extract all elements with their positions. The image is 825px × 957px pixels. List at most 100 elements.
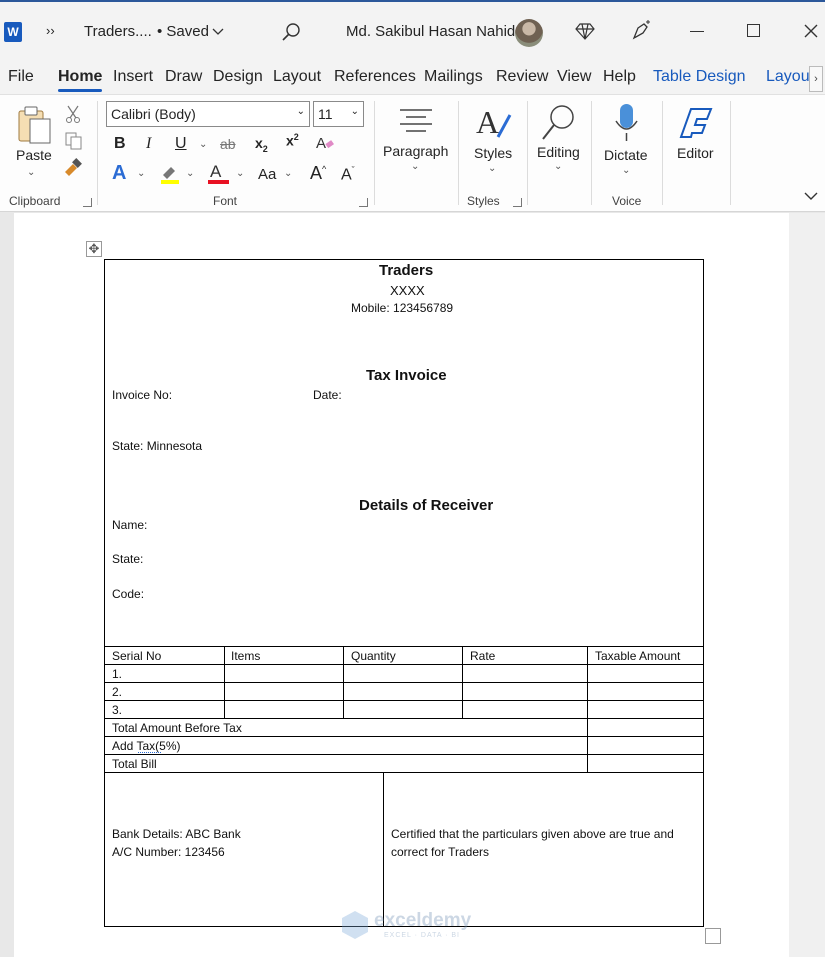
date-label[interactable]: Date: bbox=[313, 388, 342, 402]
company-name[interactable]: Traders bbox=[379, 262, 433, 279]
strikethrough-icon[interactable]: ab bbox=[220, 136, 236, 152]
search-icon[interactable] bbox=[281, 22, 301, 42]
styles-icon[interactable]: A bbox=[474, 103, 514, 143]
column-header-items[interactable]: Items bbox=[231, 649, 260, 663]
tab-home[interactable]: Home bbox=[58, 68, 103, 92]
underline-icon[interactable]: U bbox=[175, 135, 187, 153]
tax-invoice-heading[interactable]: Tax Invoice bbox=[366, 367, 447, 384]
editor-button[interactable]: Editor bbox=[677, 145, 714, 161]
font-color-icon[interactable]: A bbox=[207, 161, 231, 185]
paste-label[interactable]: Paste bbox=[16, 147, 52, 163]
receiver-state-label[interactable]: State: bbox=[112, 552, 143, 566]
text-effects-icon[interactable]: A bbox=[112, 162, 126, 185]
diamond-icon[interactable] bbox=[575, 22, 595, 40]
certification-line-2[interactable]: correct for Traders bbox=[391, 845, 489, 859]
add-tax-label[interactable]: Add Tax(5%) bbox=[112, 739, 180, 753]
state-line[interactable]: State: Minnesota bbox=[112, 439, 202, 453]
tab-mailings[interactable]: Mailings bbox=[424, 68, 483, 86]
column-header-quantity[interactable]: Quantity bbox=[351, 649, 396, 663]
receiver-name-label[interactable]: Name: bbox=[112, 518, 147, 532]
close-icon[interactable] bbox=[804, 24, 818, 38]
tab-view[interactable]: View bbox=[557, 68, 591, 86]
dictate-button[interactable]: Dictate bbox=[604, 147, 648, 163]
editing-dropdown-icon[interactable]: ⌄ bbox=[554, 161, 562, 172]
styles-launcher-icon[interactable] bbox=[513, 198, 522, 207]
highlight-icon[interactable] bbox=[159, 163, 181, 185]
maximize-icon[interactable] bbox=[747, 24, 760, 37]
change-case-dropdown-icon[interactable]: ⌄ bbox=[284, 168, 292, 179]
font-name-dropdown-icon[interactable]: ⌄ bbox=[297, 106, 305, 117]
tab-review[interactable]: Review bbox=[496, 68, 548, 86]
receiver-heading[interactable]: Details of Receiver bbox=[359, 497, 493, 514]
copy-icon[interactable] bbox=[65, 132, 83, 150]
clipboard-launcher-icon[interactable] bbox=[83, 198, 92, 207]
tab-table-layout[interactable]: Layou bbox=[766, 68, 810, 86]
table-move-handle-icon[interactable]: ✥ bbox=[86, 241, 102, 257]
format-painter-icon[interactable] bbox=[63, 158, 83, 178]
column-header-rate[interactable]: Rate bbox=[470, 649, 495, 663]
change-case-icon[interactable]: Aa bbox=[258, 166, 276, 183]
font-size-dropdown-icon[interactable]: ⌄ bbox=[351, 106, 359, 117]
tabs-scroll-right-icon[interactable]: › bbox=[809, 66, 823, 92]
document-name[interactable]: Traders.... bbox=[84, 23, 152, 40]
vertical-scrollbar[interactable] bbox=[789, 213, 825, 957]
tab-table-design[interactable]: Table Design bbox=[653, 68, 746, 86]
tab-file[interactable]: File bbox=[8, 68, 34, 86]
paste-icon[interactable] bbox=[16, 105, 52, 145]
company-address[interactable]: XXXX bbox=[390, 283, 425, 298]
user-avatar[interactable] bbox=[515, 19, 543, 47]
editing-search-icon[interactable] bbox=[540, 103, 578, 143]
certification-line-1[interactable]: Certified that the particulars given abo… bbox=[391, 827, 674, 841]
minimize-icon[interactable] bbox=[690, 31, 704, 33]
clear-formatting-icon[interactable]: A bbox=[315, 133, 335, 153]
quick-access-overflow[interactable]: ›› bbox=[46, 23, 55, 38]
word-app-icon[interactable]: W bbox=[4, 22, 22, 42]
tab-layout[interactable]: Layout bbox=[273, 68, 321, 86]
grow-font-icon[interactable]: A^ bbox=[310, 163, 326, 184]
user-name[interactable]: Md. Sakibul Hasan Nahid bbox=[346, 23, 515, 40]
table-resize-handle-icon[interactable] bbox=[705, 928, 721, 944]
bank-details[interactable]: Bank Details: ABC Bank bbox=[112, 827, 241, 841]
tab-references[interactable]: References bbox=[334, 68, 416, 86]
font-size-combo[interactable]: 11 ⌄ bbox=[313, 101, 364, 127]
font-launcher-icon[interactable] bbox=[359, 198, 368, 207]
invoice-no-label[interactable]: Invoice No: bbox=[112, 388, 172, 402]
paste-dropdown-icon[interactable]: ⌄ bbox=[27, 167, 35, 178]
column-header-taxable-amount[interactable]: Taxable Amount bbox=[595, 649, 680, 663]
table-row-serial[interactable]: 3. bbox=[112, 703, 122, 717]
tab-draw[interactable]: Draw bbox=[165, 68, 202, 86]
styles-dropdown-icon[interactable]: ⌄ bbox=[488, 163, 496, 174]
microphone-icon[interactable] bbox=[614, 103, 640, 143]
highlight-dropdown-icon[interactable]: ⌄ bbox=[186, 168, 194, 179]
tab-insert[interactable]: Insert bbox=[113, 68, 153, 86]
ribbon-collapse-chevron-icon[interactable] bbox=[804, 191, 818, 201]
cut-icon[interactable] bbox=[65, 105, 81, 123]
tab-help[interactable]: Help bbox=[603, 68, 636, 86]
underline-dropdown-icon[interactable]: ⌄ bbox=[199, 139, 207, 150]
chevron-down-icon[interactable] bbox=[212, 28, 224, 36]
text-effects-dropdown-icon[interactable]: ⌄ bbox=[137, 168, 145, 179]
bold-icon[interactable]: B bbox=[114, 135, 126, 153]
designer-pen-icon[interactable] bbox=[630, 20, 652, 42]
save-status[interactable]: • Saved bbox=[157, 23, 209, 40]
account-number[interactable]: A/C Number: 123456 bbox=[112, 845, 225, 859]
tab-design[interactable]: Design bbox=[213, 68, 263, 86]
dictate-dropdown-icon[interactable]: ⌄ bbox=[622, 165, 630, 176]
paragraph-button[interactable]: Paragraph bbox=[383, 143, 448, 159]
paragraph-dropdown-icon[interactable]: ⌄ bbox=[411, 161, 419, 172]
subscript-icon[interactable]: x2 bbox=[255, 135, 268, 154]
editing-button[interactable]: Editing bbox=[537, 144, 580, 160]
table-row-serial[interactable]: 2. bbox=[112, 685, 122, 699]
italic-icon[interactable]: I bbox=[146, 135, 151, 153]
superscript-icon[interactable]: x2 bbox=[286, 132, 299, 149]
editor-icon[interactable] bbox=[677, 103, 717, 141]
paragraph-icon[interactable] bbox=[398, 107, 434, 135]
total-bill-label[interactable]: Total Bill bbox=[112, 757, 157, 771]
total-before-tax-label[interactable]: Total Amount Before Tax bbox=[112, 721, 242, 735]
styles-button[interactable]: Styles bbox=[474, 145, 512, 161]
column-header-serial[interactable]: Serial No bbox=[112, 649, 161, 663]
font-name-combo[interactable]: Calibri (Body) ⌄ bbox=[106, 101, 310, 127]
company-mobile[interactable]: Mobile: 123456789 bbox=[351, 301, 453, 315]
shrink-font-icon[interactable]: Aˇ bbox=[341, 165, 355, 184]
receiver-code-label[interactable]: Code: bbox=[112, 587, 144, 601]
